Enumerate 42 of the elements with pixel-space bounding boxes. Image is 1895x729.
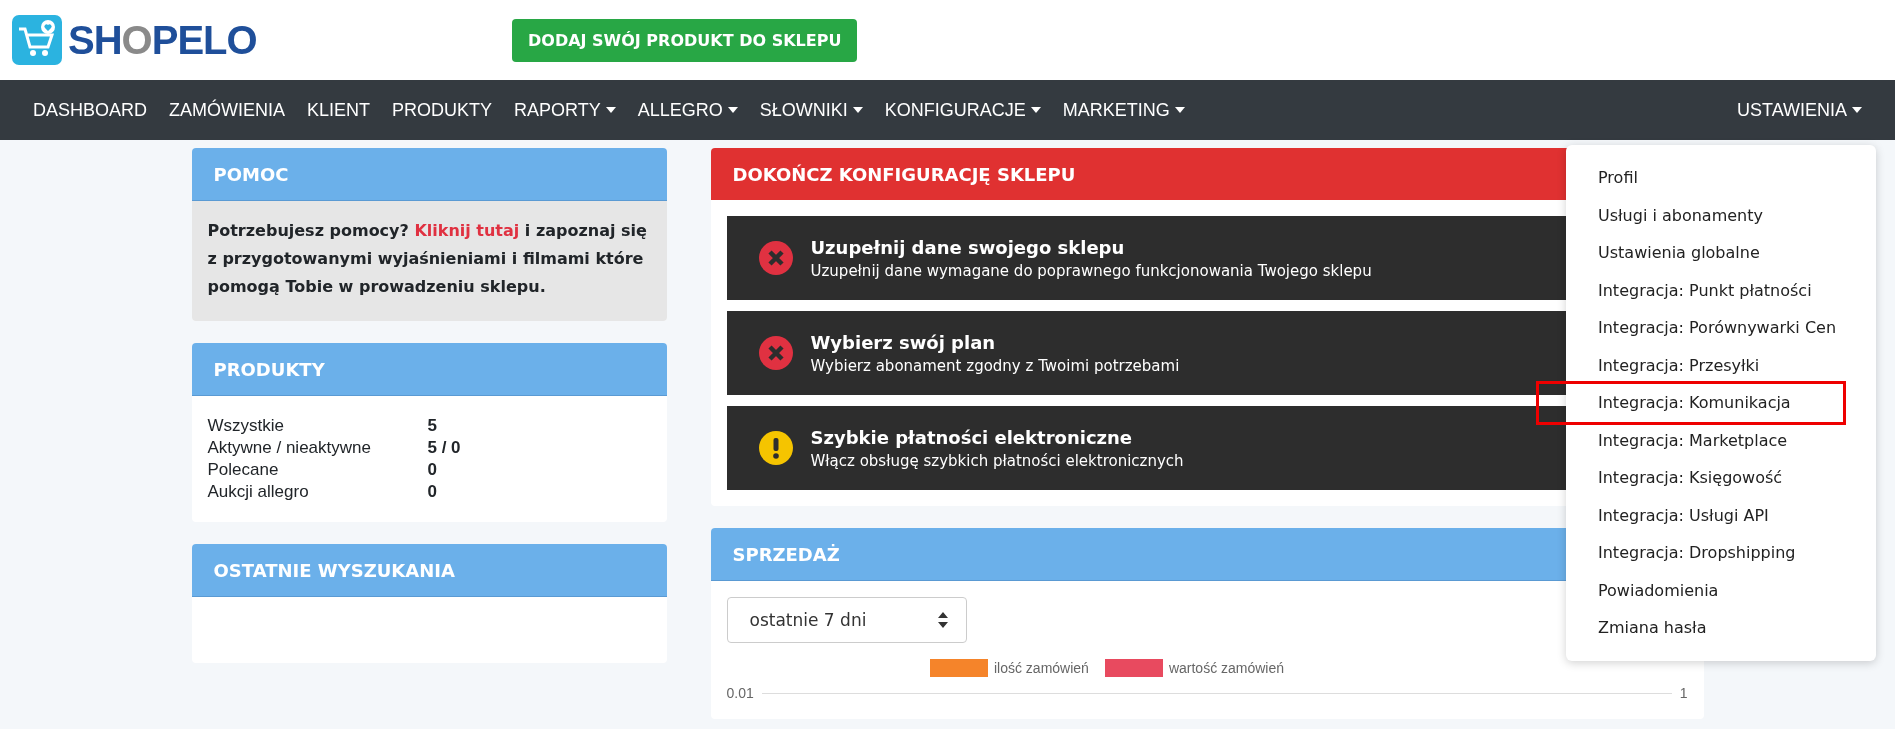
task-title: Wybierz swój plan xyxy=(810,331,997,353)
menu-item[interactable]: Integracja: Komunikacja xyxy=(1536,381,1846,425)
stat-value: 0 xyxy=(427,482,438,502)
panel-header: OSTATNIE WYSZUKANIA xyxy=(191,544,667,597)
legend-label: wartość zamówień xyxy=(1168,660,1285,676)
nav-link[interactable]: KONFIGURACJE xyxy=(873,99,1052,121)
nav-link[interactable]: PRODUKTY xyxy=(381,99,504,121)
nav-link[interactable]: USTAWIENIA xyxy=(1726,99,1873,121)
task-description: Uzupełnij dane wymagane do poprawnego funkcjonowania Twojego sklepu xyxy=(810,261,1372,280)
axis-tick-label: 1 xyxy=(1679,685,1688,701)
nav-link[interactable]: ALLEGRO xyxy=(626,99,749,121)
error-icon xyxy=(758,241,793,275)
error-icon xyxy=(758,336,793,370)
sort-arrows-icon xyxy=(937,612,948,628)
stat-label: Polecane xyxy=(207,460,280,480)
legend-label: ilość zamówień xyxy=(993,660,1089,676)
stat-label: Aktywne / nieaktywne xyxy=(207,438,372,458)
help-link[interactable]: Kliknij tutaj xyxy=(414,221,520,240)
cart-logo-icon xyxy=(12,15,62,65)
nav-link[interactable]: ZAMÓWIENIA xyxy=(158,99,297,121)
task-description: Włącz obsługę szybkich płatności elektronicznych xyxy=(810,451,1184,470)
nav-link[interactable]: RAPORTY xyxy=(503,99,627,121)
menu-item[interactable]: Zmiana hasła xyxy=(1566,609,1876,647)
warning-icon xyxy=(758,431,793,465)
help-text: Potrzebujesz pomocy? Kliknij tutaj i zapoznaj się z przygotowanymi wyjaśnieniami i filmami które pomogą Tobie w prowadzeniu sklepu. xyxy=(191,201,667,321)
period-select[interactable]: ostatnie 7 dni xyxy=(726,597,967,643)
task-title: Uzupełnij dane swojego sklepu xyxy=(810,236,1126,258)
task-description: Wybierz abonament zgodny z Twoimi potrzebami xyxy=(810,356,1180,375)
panel-header: PRODUKTY xyxy=(191,343,667,396)
stat-label: Wszystkie xyxy=(207,416,285,436)
nav-link[interactable]: MARKETING xyxy=(1051,99,1196,121)
nav-link[interactable]: SŁOWNIKI xyxy=(748,99,874,121)
stat-value: 5 / 0 xyxy=(427,438,462,458)
stat-value: 5 xyxy=(427,416,438,436)
nav-link[interactable]: KLIENT xyxy=(296,99,382,121)
nav-link[interactable]: DASHBOARD xyxy=(22,99,159,121)
stat-value: 0 xyxy=(427,460,438,480)
task-title: Szybkie płatności elektroniczne xyxy=(810,426,1134,448)
stat-label: Aukcji allegro xyxy=(207,482,310,502)
axis-tick-label: 0.01 xyxy=(726,685,754,701)
logo-text: SHOPELO xyxy=(68,17,257,63)
panel-header: POMOC xyxy=(191,148,667,201)
